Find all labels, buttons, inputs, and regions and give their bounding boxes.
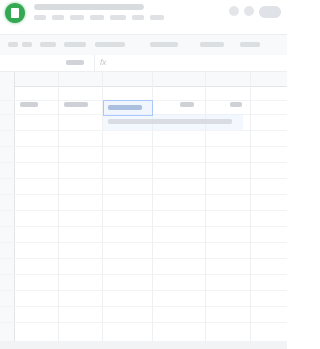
row-divider bbox=[0, 162, 287, 163]
row-divider bbox=[0, 274, 287, 275]
spreadsheet-window: fx bbox=[0, 0, 287, 349]
format-options[interactable] bbox=[95, 42, 125, 47]
name-box[interactable] bbox=[60, 55, 95, 71]
row-divider bbox=[0, 322, 287, 323]
cell-grid[interactable] bbox=[0, 72, 287, 349]
menu-insert[interactable] bbox=[90, 15, 104, 20]
row-divider bbox=[0, 242, 287, 243]
comments-icon[interactable] bbox=[244, 6, 254, 16]
top-right-actions bbox=[229, 6, 281, 18]
row-divider bbox=[0, 130, 287, 131]
alignment-group[interactable] bbox=[200, 42, 224, 47]
document-title[interactable] bbox=[34, 4, 144, 10]
row-divider bbox=[0, 178, 287, 179]
undo-icon[interactable] bbox=[8, 42, 18, 47]
menu-edit[interactable] bbox=[52, 15, 64, 20]
cell-value[interactable] bbox=[20, 102, 38, 107]
row-divider bbox=[0, 210, 287, 211]
sheet-tabs-bar bbox=[0, 341, 287, 349]
row-divider bbox=[0, 226, 287, 227]
cell-value[interactable] bbox=[64, 102, 88, 107]
fx-icon: fx bbox=[100, 58, 107, 67]
row-divider bbox=[0, 290, 287, 291]
menu-view[interactable] bbox=[70, 15, 84, 20]
history-icon[interactable] bbox=[229, 6, 239, 16]
menu-file[interactable] bbox=[34, 15, 46, 20]
menu-data[interactable] bbox=[132, 15, 144, 20]
column-headers bbox=[0, 72, 287, 87]
app-bar bbox=[0, 0, 287, 34]
share-button[interactable] bbox=[259, 6, 281, 18]
menu-format[interactable] bbox=[110, 15, 126, 20]
row-divider bbox=[0, 194, 287, 195]
sheets-logo-glyph bbox=[11, 8, 19, 18]
more-tools[interactable] bbox=[240, 42, 260, 47]
zoom-select[interactable] bbox=[40, 42, 56, 47]
font-select[interactable] bbox=[64, 42, 86, 47]
toolbar bbox=[0, 34, 287, 56]
menu-tools[interactable] bbox=[150, 15, 164, 20]
row-divider bbox=[0, 306, 287, 307]
cell-value[interactable] bbox=[180, 102, 194, 107]
cell-value[interactable] bbox=[108, 119, 232, 124]
menu-bar bbox=[34, 15, 164, 21]
cell-value[interactable] bbox=[108, 105, 142, 110]
name-box-value bbox=[66, 60, 84, 65]
formula-bar: fx bbox=[0, 55, 287, 72]
cell-value[interactable] bbox=[230, 102, 242, 107]
redo-icon[interactable] bbox=[22, 42, 32, 47]
row-divider bbox=[0, 258, 287, 259]
sheets-logo-icon[interactable] bbox=[5, 3, 25, 23]
text-style-group[interactable] bbox=[150, 42, 178, 47]
row-divider bbox=[0, 146, 287, 147]
